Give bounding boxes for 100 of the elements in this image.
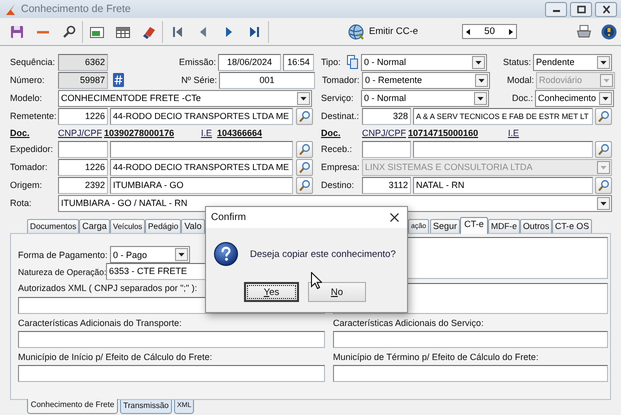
field-label: Status: [502,57,531,67]
model-dropdown[interactable]: CONHECIMENTODE FRETE -CTe [58,90,312,106]
field-label: Empresa: [321,162,361,172]
field-label: Tipo: [321,57,342,67]
field-label: Expedidor: [10,144,54,154]
search-button[interactable] [296,176,313,194]
tab[interactable]: MDF-e [488,219,520,233]
code-field[interactable] [58,140,108,158]
tab[interactable]: CT-e OS [552,219,592,233]
tab[interactable]: CT-e [460,217,488,234]
search-button[interactable] [595,176,612,194]
doc-link[interactable]: Doc. [321,128,362,138]
cnpj-number-link[interactable]: 10714715000160 [408,128,508,138]
ie-link[interactable]: I.E [508,128,528,138]
ie-number-link[interactable]: 104366664 [217,128,297,138]
search-button[interactable] [595,140,612,158]
code-field[interactable]: 1226 [58,108,108,124]
no-button[interactable]: No [308,282,366,302]
cursor-icon [311,272,322,289]
ie-link[interactable]: I.E [201,128,217,138]
dialog-title: Confirm [211,212,246,223]
name-field[interactable]: ITUMBIARA - GO [110,176,293,194]
tab[interactable]: Valo [181,219,205,233]
cnpj-link[interactable]: CNPJ/CPF [362,128,408,138]
printer-icon[interactable] [576,24,592,40]
name-field[interactable]: 44-RODO DECIO TRANSPORTES LTDA ME [110,108,293,124]
tab[interactable]: Outros [520,219,552,233]
sequence-field[interactable]: 6362 [58,54,108,70]
globe-icon [347,22,365,40]
status-dropdown[interactable]: Pendente [533,54,612,70]
window-title: Conhecimento de Frete [21,3,132,15]
input-field[interactable] [333,331,608,348]
yes-button[interactable]: Yes [244,282,299,302]
search-button[interactable] [595,108,612,124]
field-label: Características Adicionais do Serviço: [333,318,485,330]
document-dropdown[interactable]: Conhecimento [535,90,614,106]
field-label: Remetente: [10,111,57,121]
code-field[interactable]: 3112 [362,176,411,194]
input-field[interactable] [18,331,325,348]
tab[interactable]: Pedágio [145,219,181,233]
search-button[interactable] [296,158,313,176]
field-label: Destino: [321,180,356,190]
left-arrow-icon[interactable] [466,28,470,34]
emit-button[interactable]: Emitir CC-e [345,20,420,42]
tab[interactable]: Transmissão [120,400,172,414]
type-dropdown[interactable]: 0 - Normal [361,54,487,70]
doc-link[interactable]: Doc. [10,128,57,138]
caret-icon [472,56,485,68]
service-dropdown[interactable]: 0 - Normal [361,90,489,106]
name-field[interactable]: NATAL - RN [413,176,593,194]
caret-icon [599,92,612,104]
name-field[interactable] [110,140,293,158]
caret-icon [297,92,310,104]
maximize-button[interactable] [570,2,592,16]
dialog-message: Deseja copiar este conhecimento? [250,248,396,260]
cnpj-link[interactable]: CNPJ/CPF [58,128,104,138]
tab[interactable]: Conhecimento de Frete [27,399,118,414]
tab[interactable]: Documentos [27,219,79,233]
question-icon [214,242,238,266]
code-field[interactable]: 328 [362,108,411,124]
search-button[interactable] [296,108,313,124]
payer-dropdown[interactable]: 0 - Remetente [362,72,490,88]
right-arrow-icon[interactable] [509,28,514,34]
payment-dropdown[interactable]: 0 - Pago [110,246,190,263]
close-button[interactable] [595,2,617,16]
search-icon[interactable] [61,24,77,40]
save-icon[interactable] [9,24,25,40]
search-button[interactable] [296,140,313,158]
minimize-button[interactable] [545,2,567,16]
field-label: Modal: [506,75,534,85]
series-field[interactable]: 001 [219,72,315,88]
name-field[interactable] [413,140,593,158]
caret-icon [597,160,610,174]
field-label: Serviço: [321,93,355,103]
copy-icon [347,55,358,69]
code-field[interactable] [362,140,411,158]
code-field[interactable]: 1226 [58,158,108,176]
counter-spinner[interactable]: 50 [462,24,518,39]
help-icon[interactable] [601,24,617,40]
number-field[interactable]: 59987 [58,72,108,88]
time-field[interactable]: 16:54 [283,54,314,70]
name-field[interactable]: 44-RODO DECIO TRANSPORTES LTDA ME [110,158,293,176]
date-field[interactable]: 18/06/2024 [218,54,281,70]
field-label: Rota: [10,198,33,208]
input-field[interactable] [333,365,608,382]
tab[interactable]: Segur [430,219,460,233]
hash-icon[interactable] [113,73,124,87]
field-label: Forma de Pagamento: [18,250,109,260]
tab[interactable]: Carga [79,219,110,233]
field-label: Tomador: [10,162,49,172]
close-button[interactable] [390,213,399,222]
field-label: Destinat.: [321,111,360,121]
input-field[interactable] [18,365,325,382]
field-label: Número: [10,75,46,85]
caret-icon [175,248,188,261]
caret-icon [475,74,488,86]
cnpj-number-link[interactable]: 10390278000176 [104,128,201,138]
field-label: Município de Término p/ Efeito de Cálculo do Frete: [333,352,540,364]
code-field[interactable]: 2392 [58,176,108,194]
caret-icon [597,56,610,68]
